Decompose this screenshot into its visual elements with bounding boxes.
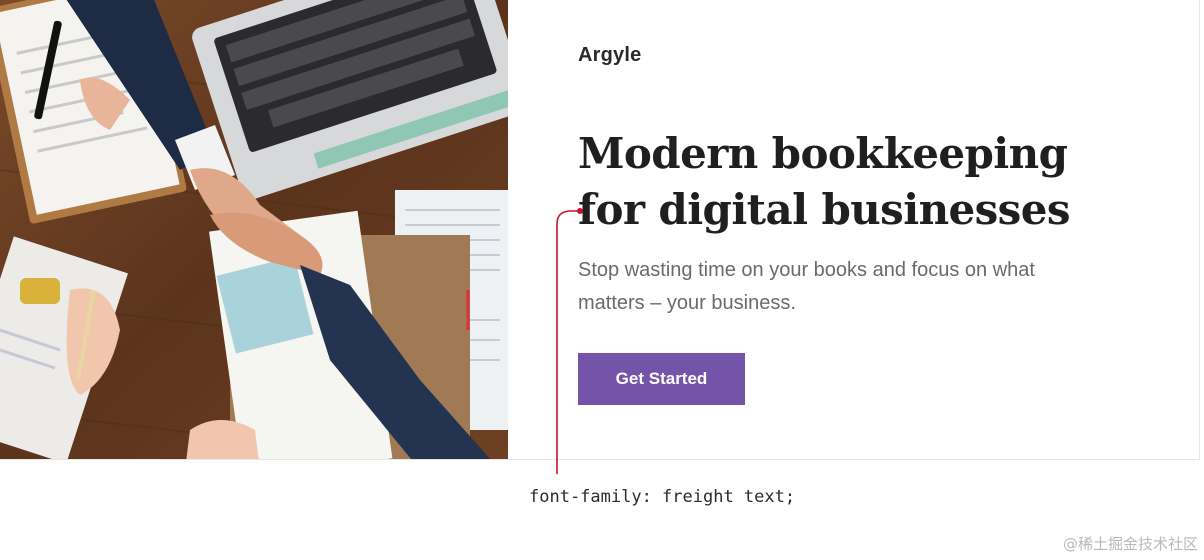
headline-line-2: for digital businesses	[578, 185, 1070, 234]
watermark: @稀土掘金技术社区	[1062, 535, 1198, 553]
headline-line-1: Modern bookkeeping	[578, 129, 1068, 178]
css-annotation: font-family: freight text;	[529, 487, 796, 507]
handshake-photo-icon	[0, 0, 508, 459]
hero-subtext: Stop wasting time on your books and focu…	[578, 259, 1035, 314]
landing-page-card: Argyle Modern bookkeeping for digital bu…	[0, 0, 1200, 460]
headline: Modern bookkeeping for digital businesse…	[578, 126, 1178, 238]
get-started-button[interactable]: Get Started	[578, 353, 745, 405]
hero-photo	[0, 0, 508, 459]
page: Argyle Modern bookkeeping for digital bu…	[0, 0, 1204, 560]
brand-logo[interactable]: Argyle	[578, 44, 641, 67]
hero-content: Argyle Modern bookkeeping for digital bu…	[578, 0, 1178, 459]
